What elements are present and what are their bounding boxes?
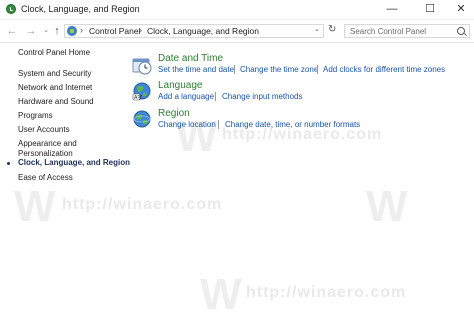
- link-change-input-methods[interactable]: Change input methods: [222, 92, 303, 101]
- link-change-location[interactable]: Change location: [158, 120, 216, 129]
- title-bar: Clock, Language, and Region — ☐ ✕: [0, 0, 474, 20]
- up-arrow-icon[interactable]: ↑: [51, 25, 63, 37]
- link-divider: [234, 65, 235, 74]
- watermark-glyph: W: [366, 182, 408, 231]
- search-placeholder: Search Control Panel: [350, 27, 427, 36]
- breadcrumb-clock-language-region[interactable]: Clock, Language, and Region: [147, 26, 259, 36]
- back-arrow-icon[interactable]: ←: [6, 25, 18, 37]
- svg-text:A字: A字: [134, 94, 142, 101]
- watermark-glyph: W: [200, 270, 242, 319]
- close-button[interactable]: ✕: [446, 0, 474, 19]
- link-add-language[interactable]: Add a language: [158, 92, 214, 101]
- sidebar-item-hardware-sound[interactable]: Hardware and Sound: [18, 97, 94, 106]
- link-add-clocks[interactable]: Add clocks for different time zones: [323, 65, 445, 74]
- current-item-bullet: [7, 162, 10, 165]
- category-title-region[interactable]: Region: [158, 108, 190, 119]
- link-set-time-date[interactable]: Set the time and date: [158, 65, 234, 74]
- search-input[interactable]: Search Control Panel: [344, 24, 470, 38]
- maximize-button[interactable]: ☐: [415, 0, 445, 19]
- sidebar-item-programs[interactable]: Programs: [18, 111, 53, 120]
- search-icon[interactable]: [457, 27, 465, 35]
- breadcrumb-control-panel[interactable]: Control Panel: [89, 26, 141, 36]
- link-divider: [215, 92, 216, 101]
- sidebar-control-panel-home[interactable]: Control Panel Home: [18, 48, 90, 57]
- sidebar: Control Panel Home System and Security N…: [0, 43, 130, 330]
- link-change-time-zone[interactable]: Change the time zone: [240, 65, 318, 74]
- language-globe-icon: A字: [132, 82, 151, 101]
- watermark-text: http://winaero.com: [246, 284, 407, 301]
- sidebar-item-ease-of-access[interactable]: Ease of Access: [18, 173, 73, 182]
- address-box[interactable]: › Control Panel › Clock, Language, and R…: [64, 24, 324, 38]
- address-dropdown-icon[interactable]: ⌄: [314, 25, 320, 33]
- navigation-bar: ← → ⌄ ↑ › Control Panel › Clock, Languag…: [0, 20, 474, 43]
- link-divider: [218, 120, 219, 129]
- breadcrumb-separator[interactable]: ›: [139, 25, 142, 35]
- sidebar-item-personalization[interactable]: Personalization: [18, 149, 73, 158]
- breadcrumb-separator[interactable]: ›: [80, 25, 83, 35]
- control-panel-icon: [67, 26, 77, 36]
- sidebar-item-clock-language-region: Clock, Language, and Region: [18, 158, 131, 167]
- window-title: Clock, Language, and Region: [21, 4, 140, 14]
- category-title-language[interactable]: Language: [158, 80, 203, 91]
- control-panel-app-icon: [6, 4, 16, 14]
- link-change-formats[interactable]: Change date, time, or number formats: [225, 120, 360, 129]
- sidebar-item-system-security[interactable]: System and Security: [18, 69, 91, 78]
- clock-icon: [132, 58, 152, 75]
- link-divider: [317, 65, 318, 74]
- region-globe-icon: [133, 110, 151, 128]
- sidebar-item-network-internet[interactable]: Network and Internet: [18, 83, 92, 92]
- minimize-button[interactable]: —: [377, 0, 407, 19]
- refresh-icon[interactable]: ↻: [328, 24, 336, 35]
- sidebar-item-appearance[interactable]: Appearance and: [18, 139, 77, 148]
- sidebar-item-user-accounts[interactable]: User Accounts: [18, 125, 70, 134]
- category-title-date-time[interactable]: Date and Time: [158, 53, 223, 64]
- forward-arrow-icon[interactable]: →: [25, 25, 37, 37]
